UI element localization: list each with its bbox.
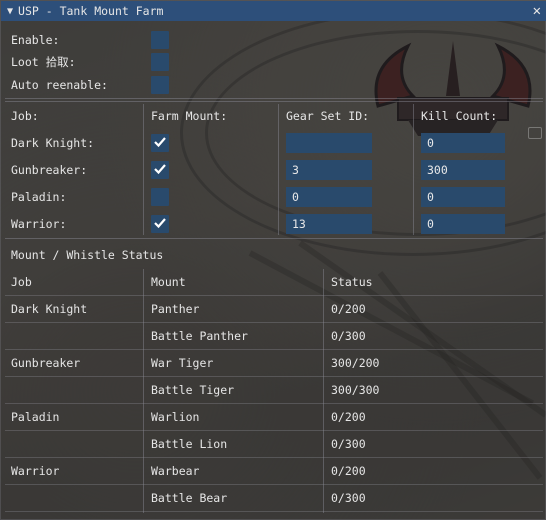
gear-set-input[interactable]: 0	[286, 187, 372, 207]
row-status: 0/200	[331, 464, 366, 478]
plugin-window: ▼ USP - Tank Mount Farm ✕ Enable: Loot 拾…	[0, 0, 546, 520]
checkmark-icon	[154, 218, 166, 229]
status-section-header: Mount / Whistle Status	[1, 242, 546, 268]
row-status: 300/300	[331, 383, 380, 397]
collapse-arrow-icon[interactable]: ▼	[7, 6, 13, 17]
row-job: Dark Knight	[11, 302, 88, 316]
row-mount: War Tiger	[151, 356, 214, 370]
row-mount: Battle Tiger	[151, 383, 235, 397]
row-job: Paladin	[11, 410, 60, 424]
job-row-gunbreaker: Gunbreaker: 3 300	[1, 157, 546, 183]
kill-count-input[interactable]: 300	[421, 160, 505, 180]
row-status: 0/300	[331, 491, 366, 505]
kill-count-input[interactable]: 0	[421, 187, 505, 207]
row-mount: Battle Panther	[151, 329, 248, 343]
row-mount: Battle Lion	[151, 437, 228, 451]
enable-checkbox[interactable]	[151, 31, 169, 49]
table-row: Gunbreaker War Tiger 300/200	[1, 350, 546, 376]
gear-set-input[interactable]: 13	[286, 214, 372, 234]
row-status: 0/200	[331, 410, 366, 424]
checkmark-icon	[154, 137, 166, 148]
farm-mount-checkbox[interactable]	[151, 161, 169, 179]
job-label: Gunbreaker:	[11, 163, 88, 177]
setting-auto-reenable: Auto reenable:	[1, 72, 546, 98]
row-mount: Battle Bear	[151, 491, 228, 505]
row-mount: Warlion	[151, 410, 200, 424]
job-label: Paladin:	[11, 190, 67, 204]
row-mount: Panther	[151, 302, 200, 316]
divider	[5, 98, 543, 99]
job-row-paladin: Paladin: 0 0	[1, 184, 546, 210]
table-row: Battle Lion 0/300	[1, 431, 546, 457]
kill-count-input[interactable]: 0	[421, 214, 505, 234]
header-status: Status	[331, 275, 373, 289]
header-mount: Mount	[151, 275, 186, 289]
header-gear-set-id: Gear Set ID:	[286, 109, 370, 123]
job-label: Warrior:	[11, 217, 67, 231]
status-table-header: Job Mount Status	[1, 269, 546, 295]
header-job: Job:	[11, 109, 39, 123]
table-row: Battle Tiger 300/300	[1, 377, 546, 403]
row-job: Warrior	[11, 464, 60, 478]
job-row-dark-knight: Dark Knight: 0	[1, 130, 546, 156]
divider	[5, 101, 543, 102]
loot-checkbox[interactable]	[151, 53, 169, 71]
setting-label: Auto reenable:	[11, 78, 108, 92]
row-border	[5, 511, 543, 512]
title-bar[interactable]: ▼ USP - Tank Mount Farm ✕	[1, 1, 546, 21]
table-row: Paladin Warlion 0/200	[1, 404, 546, 430]
setting-label: Loot 拾取:	[11, 55, 76, 69]
row-job: Gunbreaker	[11, 356, 81, 370]
farm-mount-checkbox[interactable]	[151, 215, 169, 233]
checkmark-icon	[154, 164, 166, 175]
farm-mount-checkbox[interactable]	[151, 188, 169, 206]
row-mount: Warbear	[151, 464, 200, 478]
gear-set-input[interactable]	[286, 133, 372, 153]
kill-count-input[interactable]: 0	[421, 133, 505, 153]
close-icon[interactable]: ✕	[533, 3, 541, 19]
section-title: Mount / Whistle Status	[11, 248, 164, 262]
row-status: 0/300	[331, 437, 366, 451]
header-farm-mount: Farm Mount:	[151, 109, 228, 123]
row-status: 300/200	[331, 356, 380, 370]
row-status: 0/200	[331, 302, 366, 316]
job-label: Dark Knight:	[11, 136, 95, 150]
table-row: Warrior Warbear 0/200	[1, 458, 546, 484]
window-title: USP - Tank Mount Farm	[18, 4, 164, 18]
table-row: Battle Bear 0/300	[1, 485, 546, 511]
header-job: Job	[11, 275, 32, 289]
table-row: Battle Panther 0/300	[1, 323, 546, 349]
farm-mount-checkbox[interactable]	[151, 134, 169, 152]
job-table-header: Job: Farm Mount: Gear Set ID: Kill Count…	[1, 103, 546, 129]
divider	[5, 238, 543, 239]
row-status: 0/300	[331, 329, 366, 343]
gear-set-input[interactable]: 3	[286, 160, 372, 180]
table-row: Dark Knight Panther 0/200	[1, 296, 546, 322]
auto-reenable-checkbox[interactable]	[151, 76, 169, 94]
job-row-warrior: Warrior: 13 0	[1, 211, 546, 237]
header-kill-count: Kill Count:	[421, 109, 498, 123]
setting-label: Enable:	[11, 33, 60, 47]
